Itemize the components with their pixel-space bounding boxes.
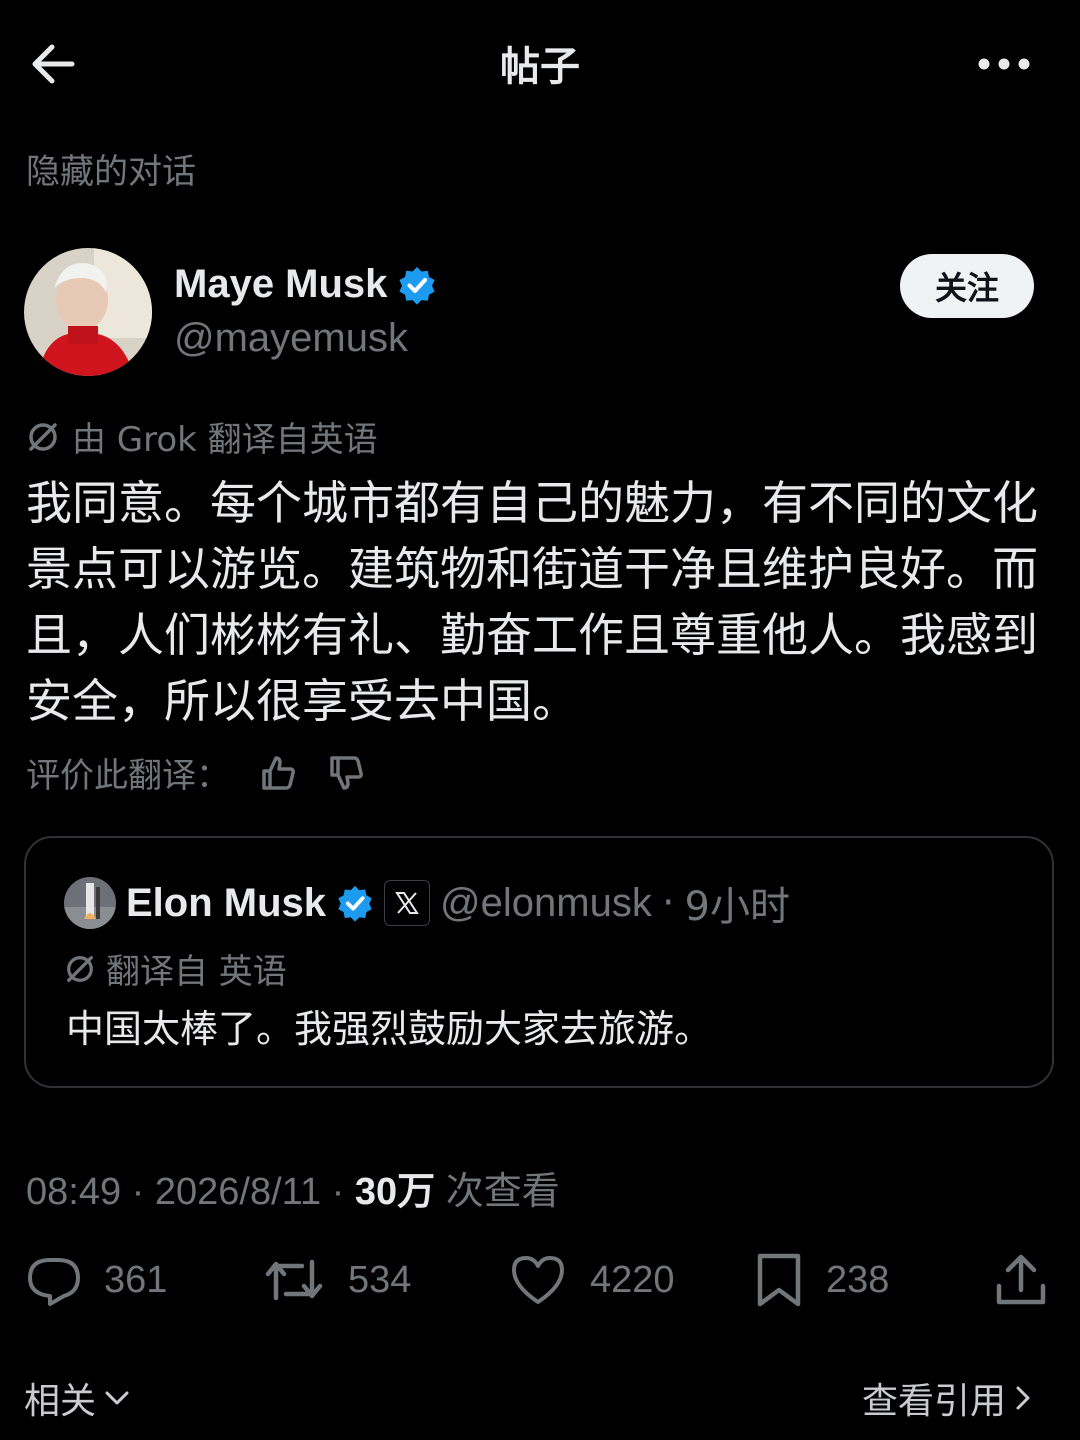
quoted-author-name[interactable]: Elon Musk bbox=[126, 881, 326, 926]
author-name-row[interactable]: Maye Musk bbox=[174, 262, 437, 307]
view-count[interactable]: 30万 bbox=[355, 1171, 435, 1213]
thumbs-up-icon bbox=[262, 755, 295, 790]
reply-button[interactable]: 361 bbox=[26, 1252, 167, 1308]
avatar[interactable] bbox=[24, 248, 152, 376]
grok-translation-label[interactable]: 由 Grok 翻译自英语 bbox=[26, 412, 378, 461]
rate-translation-label: 评价此翻译： bbox=[26, 756, 230, 796]
verified-badge-icon bbox=[338, 885, 372, 922]
quoted-post-text: 中国太棒了。我强烈鼓励大家去旅游。 bbox=[66, 1007, 713, 1051]
grok-translation-text: 由 Grok 翻译自英语 bbox=[72, 420, 378, 460]
translate-icon bbox=[67, 955, 93, 982]
thumbs-down-icon bbox=[330, 755, 363, 790]
share-icon bbox=[996, 1254, 1046, 1305]
quoted-post-header: Elon Musk @elonmusk · 9小时 bbox=[64, 874, 790, 932]
view-count-label: 次查看 bbox=[445, 1171, 560, 1213]
post-date: 2026/8/11 bbox=[154, 1171, 322, 1213]
x-logo-icon bbox=[395, 892, 419, 914]
post-time: 08:49 bbox=[26, 1171, 122, 1213]
bookmark-button[interactable]: 238 bbox=[754, 1252, 889, 1308]
heart-icon bbox=[512, 1256, 564, 1304]
bookmark-count: 238 bbox=[826, 1258, 890, 1301]
translate-icon bbox=[29, 422, 57, 451]
page-title: 帖子 bbox=[500, 44, 580, 90]
post-meta: 08:49 · 2026/8/11 · 30万 次查看 bbox=[26, 1171, 560, 1213]
more-horizontal-icon bbox=[978, 58, 1030, 70]
post-body: 我同意。每个城市都有自己的魅力，有不同的文化景点可以游览。建筑物和街道干净且维护… bbox=[26, 476, 1038, 728]
follow-button[interactable]: 关注 bbox=[900, 254, 1034, 318]
related-label: 相关 bbox=[24, 1381, 97, 1422]
reply-count: 361 bbox=[104, 1258, 168, 1301]
view-quotes-link[interactable]: 查看引用 bbox=[862, 1372, 1036, 1424]
more-button[interactable] bbox=[972, 44, 1036, 84]
retweet-icon bbox=[265, 1259, 323, 1301]
rate-translation-row: 评价此翻译： bbox=[26, 748, 366, 797]
chevron-right-icon bbox=[1016, 1386, 1030, 1410]
quoted-author-handle[interactable]: @elonmusk bbox=[440, 881, 652, 926]
like-count: 4220 bbox=[590, 1258, 675, 1301]
thumbs-up-button[interactable] bbox=[258, 753, 298, 793]
quoted-avatar[interactable] bbox=[64, 877, 116, 929]
quoted-translation-label: 翻译自 英语 bbox=[64, 944, 287, 993]
share-button[interactable] bbox=[994, 1252, 1048, 1308]
quoted-translation-text: 翻译自 英语 bbox=[106, 952, 287, 992]
related-toggle[interactable]: 相关 bbox=[24, 1372, 132, 1424]
retweet-count: 534 bbox=[348, 1258, 412, 1301]
author-handle[interactable]: @mayemusk bbox=[174, 316, 408, 361]
author-name[interactable]: Maye Musk bbox=[174, 262, 387, 307]
quoted-post-time: 9小时 bbox=[684, 884, 790, 930]
bookmark-icon bbox=[757, 1253, 801, 1307]
reply-icon bbox=[28, 1258, 80, 1306]
quoted-avatar-image bbox=[64, 877, 116, 929]
like-button[interactable]: 4220 bbox=[508, 1252, 675, 1308]
x-affiliation-badge bbox=[384, 880, 431, 926]
view-quotes-label: 查看引用 bbox=[862, 1381, 1007, 1422]
separator-dot: · bbox=[661, 880, 675, 926]
hidden-conversation-link[interactable]: 隐藏的对话 bbox=[26, 144, 196, 193]
quoted-post-card[interactable]: Elon Musk @elonmusk · 9小时 翻译自 英语 中国太棒了。我… bbox=[24, 836, 1054, 1088]
avatar-image bbox=[24, 248, 152, 376]
verified-badge-icon bbox=[399, 266, 436, 305]
retweet-button[interactable]: 534 bbox=[262, 1252, 411, 1308]
chevron-down-icon bbox=[105, 1391, 129, 1405]
thumbs-down-button[interactable] bbox=[326, 753, 366, 793]
